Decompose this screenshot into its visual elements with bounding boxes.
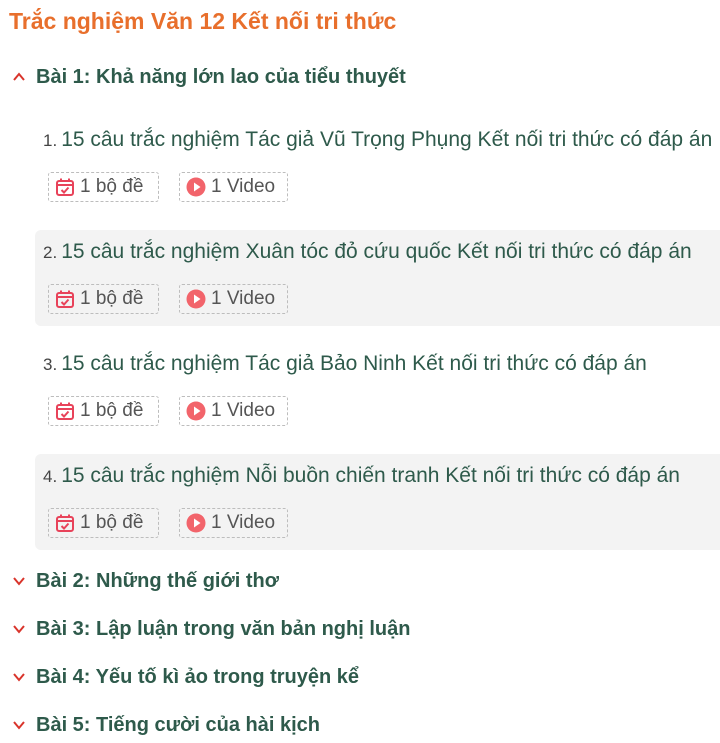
list-item: 4. 15 câu trắc nghiệm Nỗi buồn chiến tran… bbox=[35, 454, 720, 550]
play-circle-icon bbox=[186, 289, 206, 309]
chevron-down-icon bbox=[13, 721, 25, 730]
video-badge[interactable]: 1 Video bbox=[179, 508, 288, 538]
item-title: 15 câu trắc nghiệm Tác giả Bảo Ninh Kết … bbox=[61, 352, 647, 375]
lesson-5-header[interactable]: Bài 5: Tiếng cười của hài kịch bbox=[12, 710, 320, 740]
play-circle-icon bbox=[186, 401, 206, 421]
chevron-down-icon bbox=[13, 625, 25, 634]
page-title: Trắc nghiệm Văn 12 Kết nối tri thức bbox=[9, 8, 397, 34]
exam-set-label: 1 bộ đề bbox=[80, 288, 144, 309]
item-number: 3. bbox=[43, 355, 58, 374]
item-title: 15 câu trắc nghiệm Nỗi buồn chiến tranh … bbox=[61, 464, 680, 487]
lesson-title: Bài 4: Yếu tố kì ảo trong truyện kể bbox=[36, 665, 360, 688]
video-badge[interactable]: 1 Video bbox=[179, 284, 288, 314]
item-title: 15 câu trắc nghiệm Tác giả Vũ Trọng Phụn… bbox=[61, 128, 713, 151]
exam-set-label: 1 bộ đề bbox=[80, 512, 144, 533]
item-link[interactable]: 2. 15 câu trắc nghiệm Xuân tóc đỏ cứu quố… bbox=[43, 240, 692, 264]
video-label: 1 Video bbox=[211, 512, 276, 533]
video-badge[interactable]: 1 Video bbox=[179, 172, 288, 202]
lesson-title: Bài 1: Khả năng lớn lao của tiểu thuyết bbox=[36, 65, 406, 88]
calendar-check-icon bbox=[56, 514, 74, 532]
item-number: 1. bbox=[43, 131, 58, 150]
exam-set-badge[interactable]: 1 bộ đề bbox=[48, 172, 159, 202]
chevron-up-icon bbox=[13, 72, 25, 81]
item-link[interactable]: 3. 15 câu trắc nghiệm Tác giả Bảo Ninh Kế… bbox=[43, 352, 647, 376]
video-badge[interactable]: 1 Video bbox=[179, 396, 288, 426]
lesson-1-header[interactable]: Bài 1: Khả năng lớn lao của tiểu thuyết bbox=[12, 62, 406, 92]
calendar-check-icon bbox=[56, 178, 74, 196]
play-circle-icon bbox=[186, 513, 206, 533]
calendar-check-icon bbox=[56, 290, 74, 308]
video-label: 1 Video bbox=[211, 288, 276, 309]
lesson-3-header[interactable]: Bài 3: Lập luận trong văn bản nghị luận bbox=[12, 614, 410, 644]
video-label: 1 Video bbox=[211, 400, 276, 421]
exam-set-badge[interactable]: 1 bộ đề bbox=[48, 284, 159, 314]
video-label: 1 Video bbox=[211, 176, 276, 197]
list-item: 3. 15 câu trắc nghiệm Tác giả Bảo Ninh Kế… bbox=[35, 342, 720, 438]
lesson-title: Bài 2: Những thế giới thơ bbox=[36, 569, 279, 592]
calendar-check-icon bbox=[56, 402, 74, 420]
lesson-title: Bài 5: Tiếng cười của hài kịch bbox=[36, 713, 320, 736]
list-item: 2. 15 câu trắc nghiệm Xuân tóc đỏ cứu quố… bbox=[35, 230, 720, 326]
lesson-4-header[interactable]: Bài 4: Yếu tố kì ảo trong truyện kể bbox=[12, 662, 359, 692]
play-circle-icon bbox=[186, 177, 206, 197]
exam-set-label: 1 bộ đề bbox=[80, 176, 144, 197]
chevron-down-icon bbox=[13, 577, 25, 586]
exam-set-badge[interactable]: 1 bộ đề bbox=[48, 396, 159, 426]
item-number: 2. bbox=[43, 243, 58, 262]
list-item: 1. 15 câu trắc nghiệm Tác giả Vũ Trọng Ph… bbox=[35, 118, 720, 214]
lesson-title: Bài 3: Lập luận trong văn bản nghị luận bbox=[36, 617, 411, 640]
exam-set-label: 1 bộ đề bbox=[80, 400, 144, 421]
item-link[interactable]: 4. 15 câu trắc nghiệm Nỗi buồn chiến tran… bbox=[43, 464, 680, 488]
exam-set-badge[interactable]: 1 bộ đề bbox=[48, 508, 159, 538]
item-number: 4. bbox=[43, 467, 58, 486]
chevron-down-icon bbox=[13, 673, 25, 682]
item-link[interactable]: 1. 15 câu trắc nghiệm Tác giả Vũ Trọng Ph… bbox=[43, 128, 712, 152]
item-title: 15 câu trắc nghiệm Xuân tóc đỏ cứu quốc … bbox=[61, 240, 692, 263]
lesson-2-header[interactable]: Bài 2: Những thế giới thơ bbox=[12, 566, 279, 596]
